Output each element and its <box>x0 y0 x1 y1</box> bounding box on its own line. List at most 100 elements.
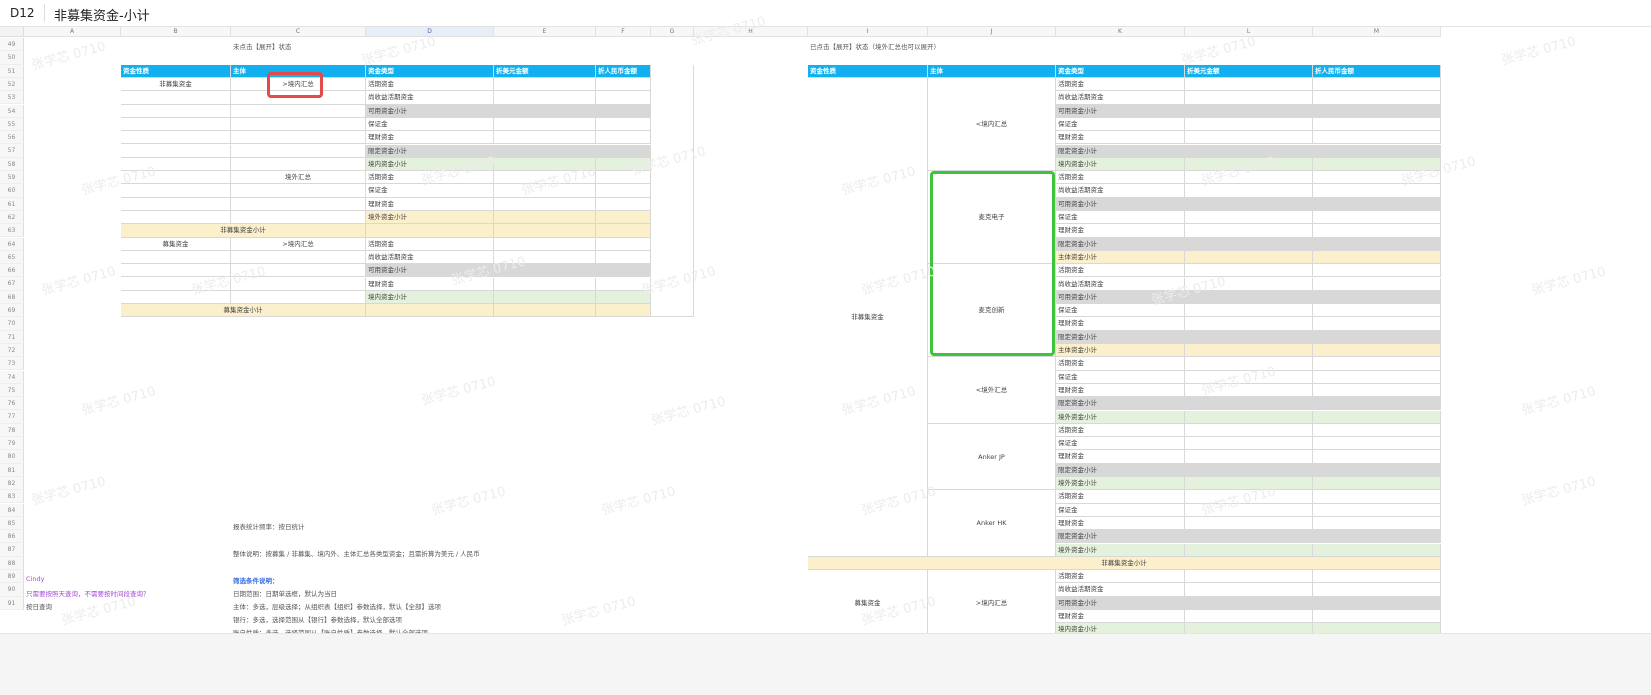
left-entity-cell <box>231 184 366 198</box>
left-nature-cell <box>121 250 231 265</box>
column-header-e[interactable]: E <box>494 27 596 37</box>
row-header-87[interactable]: 87 <box>0 543 24 557</box>
left-cny-cell <box>596 91 651 105</box>
row-header-69[interactable]: 69 <box>0 304 24 318</box>
left-cny-cell <box>596 211 651 225</box>
right-cny-cell <box>1313 104 1441 118</box>
row-header-64[interactable]: 64 <box>0 237 24 251</box>
right-cny-cell <box>1313 344 1441 358</box>
left-entity-cell[interactable]: 境外汇总 <box>231 171 366 185</box>
row-header-84[interactable]: 84 <box>0 503 24 517</box>
right-entity-cell[interactable]: <境外汇总 <box>928 357 1056 424</box>
row-header-70[interactable]: 70 <box>0 317 24 331</box>
right-cny-cell <box>1313 437 1441 451</box>
row-header-82[interactable]: 82 <box>0 476 24 491</box>
row-header-88[interactable]: 88 <box>0 556 24 570</box>
right-usd-cell <box>1185 78 1313 92</box>
left-nature-cell <box>121 131 231 145</box>
column-header-g[interactable]: G <box>651 27 694 37</box>
row-header-75[interactable]: 75 <box>0 383 24 398</box>
left-subtotal-label: 非募集资金小计 <box>121 224 366 238</box>
left-cny-cell <box>596 197 651 211</box>
row-header-86[interactable]: 86 <box>0 530 24 544</box>
cell-reference[interactable]: D12 <box>10 6 35 20</box>
row-header-67[interactable]: 67 <box>0 277 24 291</box>
right-type-cell: 限定资金小计 <box>1056 237 1185 251</box>
right-usd-cell <box>1185 437 1313 451</box>
right-usd-cell <box>1185 610 1313 624</box>
row-header-91[interactable]: 91 <box>0 596 24 610</box>
right-entity-cell[interactable]: Anker JP <box>928 423 1056 491</box>
row-header-62[interactable]: 62 <box>0 210 24 225</box>
right-cny-cell <box>1313 78 1441 92</box>
right-usd-cell <box>1185 410 1313 424</box>
row-header-55[interactable]: 55 <box>0 117 24 132</box>
row-header-89[interactable]: 89 <box>0 570 24 584</box>
left-nature-cell <box>121 91 231 105</box>
right-type-cell: 境外资金小计 <box>1056 477 1185 491</box>
left-type-cell: 活期资金 <box>366 237 494 251</box>
row-header-58[interactable]: 58 <box>0 157 24 171</box>
right-usd-cell <box>1185 330 1313 344</box>
row-header-61[interactable]: 61 <box>0 197 24 211</box>
row-header-60[interactable]: 60 <box>0 184 24 198</box>
row-header-59[interactable]: 59 <box>0 171 24 185</box>
row-header-76[interactable]: 76 <box>0 397 24 411</box>
left-nature-cell: 募集资金 <box>121 237 231 251</box>
right-type-cell: 可用资金小计 <box>1056 596 1185 610</box>
row-header-74[interactable]: 74 <box>0 370 24 384</box>
row-header-77[interactable]: 77 <box>0 410 24 424</box>
watermark-text: 张学芯 0710 <box>1529 264 1608 299</box>
row-header-57[interactable]: 57 <box>0 144 24 158</box>
row-header-79[interactable]: 79 <box>0 437 24 451</box>
row-header-63[interactable]: 63 <box>0 224 24 238</box>
row-header-72[interactable]: 72 <box>0 343 24 358</box>
row-header-66[interactable]: 66 <box>0 264 24 278</box>
column-header-i[interactable]: I <box>808 27 928 37</box>
right-type-cell: 限定资金小计 <box>1056 530 1185 544</box>
right-type-cell: 活期资金 <box>1056 570 1185 584</box>
right-type-cell: 活期资金 <box>1056 264 1185 278</box>
row-header-73[interactable]: 73 <box>0 357 24 371</box>
column-header-m[interactable]: M <box>1313 27 1441 37</box>
left-entity-cell <box>231 117 366 132</box>
row-header-50[interactable]: 50 <box>0 51 24 65</box>
formula-value[interactable]: 非募集资金-小计 <box>54 5 150 24</box>
row-header-71[interactable]: 71 <box>0 330 24 344</box>
column-header-a[interactable]: A <box>24 27 121 37</box>
right-type-cell: 保证金 <box>1056 117 1185 132</box>
left-subtotal-cell <box>494 304 596 318</box>
right-header-cell: 折美元金额 <box>1185 65 1313 78</box>
row-header-53[interactable]: 53 <box>0 91 24 105</box>
select-all-corner[interactable] <box>0 27 24 37</box>
row-header-85[interactable]: 85 <box>0 516 24 531</box>
row-header-52[interactable]: 52 <box>0 77 24 92</box>
row-header-80[interactable]: 80 <box>0 450 24 464</box>
right-cny-cell <box>1313 423 1441 438</box>
row-header-68[interactable]: 68 <box>0 290 24 304</box>
column-header-b[interactable]: B <box>121 27 231 37</box>
row-header-65[interactable]: 65 <box>0 250 24 265</box>
column-header-j[interactable]: J <box>928 27 1056 37</box>
row-header-54[interactable]: 54 <box>0 104 24 118</box>
right-cny-cell <box>1313 543 1441 557</box>
right-type-cell: 限定资金小计 <box>1056 463 1185 477</box>
right-type-cell: 活期资金 <box>1056 357 1185 371</box>
left-entity-cell <box>231 144 366 158</box>
row-header-90[interactable]: 90 <box>0 583 24 597</box>
right-entity-cell[interactable]: >境内汇总 <box>928 570 1056 637</box>
left-subtotal-cell <box>366 304 494 318</box>
left-entity-cell[interactable]: >境内汇总 <box>231 237 366 251</box>
row-header-56[interactable]: 56 <box>0 131 24 145</box>
row-header-78[interactable]: 78 <box>0 423 24 437</box>
column-header-f[interactable]: F <box>596 27 651 37</box>
right-entity-cell[interactable]: <境内汇总 <box>928 78 1056 172</box>
row-header-83[interactable]: 83 <box>0 490 24 504</box>
left-entity-cell <box>231 104 366 118</box>
right-entity-cell[interactable]: Anker HK <box>928 490 1056 557</box>
row-header-81[interactable]: 81 <box>0 463 24 477</box>
row-header-51[interactable]: 51 <box>0 64 24 78</box>
row-header-49[interactable]: 49 <box>0 38 24 52</box>
column-header-c[interactable]: C <box>231 27 366 37</box>
column-header-k[interactable]: K <box>1056 27 1185 37</box>
